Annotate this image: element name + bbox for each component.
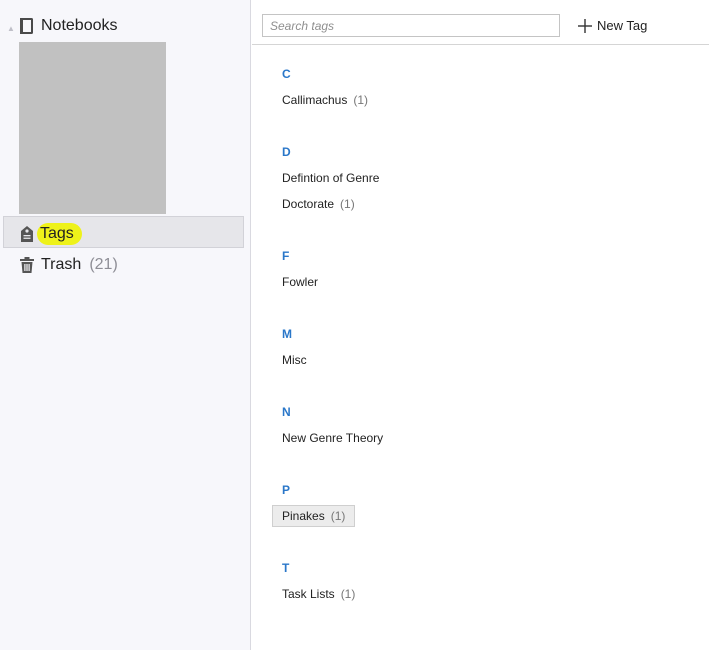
- trash-icon: [20, 257, 34, 273]
- group-letter-f: F: [282, 249, 290, 263]
- tag-name: Defintion of Genre: [282, 171, 380, 185]
- sidebar-item-trash[interactable]: Trash (21): [19, 254, 118, 276]
- new-tag-button[interactable]: New Tag: [578, 14, 647, 37]
- tag-item-callimachus[interactable]: Callimachus (1): [282, 93, 368, 107]
- sidebar: ▲ Notebooks Tags Trash (21): [0, 0, 251, 650]
- tag-item-task-lists[interactable]: Task Lists (1): [282, 587, 355, 601]
- sidebar-item-label: Notebooks: [41, 17, 118, 34]
- sidebar-item-label: Trash: [41, 256, 82, 273]
- tag-count: (1): [353, 93, 369, 107]
- notebook-thumbnail[interactable]: [19, 42, 166, 214]
- tag-item-misc[interactable]: Misc: [282, 353, 307, 367]
- sidebar-item-notebooks[interactable]: Notebooks: [19, 15, 118, 37]
- group-letter-n: N: [282, 405, 291, 419]
- tag-item-fowler[interactable]: Fowler: [282, 275, 318, 289]
- group-letter-d: D: [282, 145, 291, 159]
- trash-count: (21): [89, 256, 118, 273]
- tag-count: (1): [330, 509, 346, 523]
- tag-name: Misc: [282, 353, 307, 367]
- tags-pane: New Tag C Callimachus (1) D Defintion of …: [252, 0, 709, 650]
- notebook-icon: [20, 18, 33, 34]
- tag-icon: [21, 226, 33, 242]
- tag-item-defintion-of-genre[interactable]: Defintion of Genre: [282, 171, 379, 185]
- group-letter-p: P: [282, 483, 291, 497]
- tag-name: Callimachus: [282, 93, 348, 107]
- plus-icon: [578, 18, 592, 33]
- tag-item-doctorate[interactable]: Doctorate (1): [282, 197, 355, 211]
- tag-count: (1): [340, 587, 356, 601]
- search-input[interactable]: [262, 14, 560, 37]
- new-tag-label: New Tag: [597, 18, 648, 33]
- sidebar-item-label: Tags: [37, 223, 82, 245]
- sidebar-item-tags[interactable]: Tags: [3, 216, 244, 248]
- tag-name: Task Lists: [282, 587, 335, 601]
- expand-arrow-icon[interactable]: ▲: [7, 24, 15, 33]
- group-letter-t: T: [282, 561, 290, 575]
- tag-item-new-genre-theory[interactable]: New Genre Theory: [282, 431, 383, 445]
- tag-item-pinakes[interactable]: Pinakes (1): [272, 505, 356, 527]
- tag-count: (1): [340, 197, 355, 211]
- tag-name: Pinakes: [282, 509, 325, 523]
- tag-name: Doctorate: [282, 197, 335, 211]
- tag-name: Fowler: [282, 275, 319, 289]
- tag-name: New Genre Theory: [282, 431, 384, 445]
- toolbar-divider: [252, 44, 709, 45]
- group-letter-c: C: [282, 67, 291, 81]
- group-letter-m: M: [282, 327, 292, 341]
